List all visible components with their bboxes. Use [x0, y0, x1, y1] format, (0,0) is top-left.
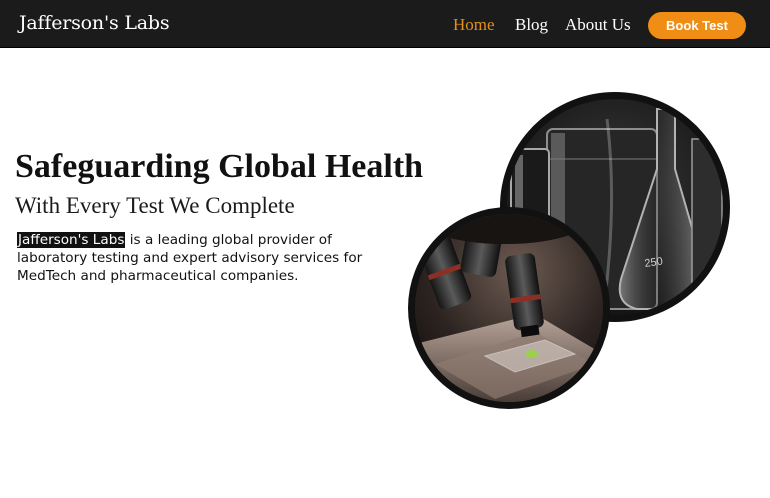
- hero-subtitle: With Every Test We Complete: [15, 193, 295, 218]
- top-navbar: Jafferson's Labs Home Blog About Us Book…: [0, 0, 770, 48]
- svg-text:250: 250: [644, 256, 664, 270]
- nav-link-blog[interactable]: Blog: [515, 15, 548, 35]
- nav-link-about-us[interactable]: About Us: [565, 15, 631, 35]
- hero-title: Safeguarding Global Health: [15, 148, 424, 185]
- nav-link-home[interactable]: Home: [453, 15, 495, 35]
- hero-description: Jafferson's Labs is a leading global pro…: [17, 231, 387, 285]
- site-logo[interactable]: Jafferson's Labs: [19, 12, 170, 34]
- microscope-image: [408, 207, 610, 409]
- brand-highlight: Jafferson's Labs: [17, 232, 126, 248]
- book-test-button[interactable]: Book Test: [648, 12, 746, 39]
